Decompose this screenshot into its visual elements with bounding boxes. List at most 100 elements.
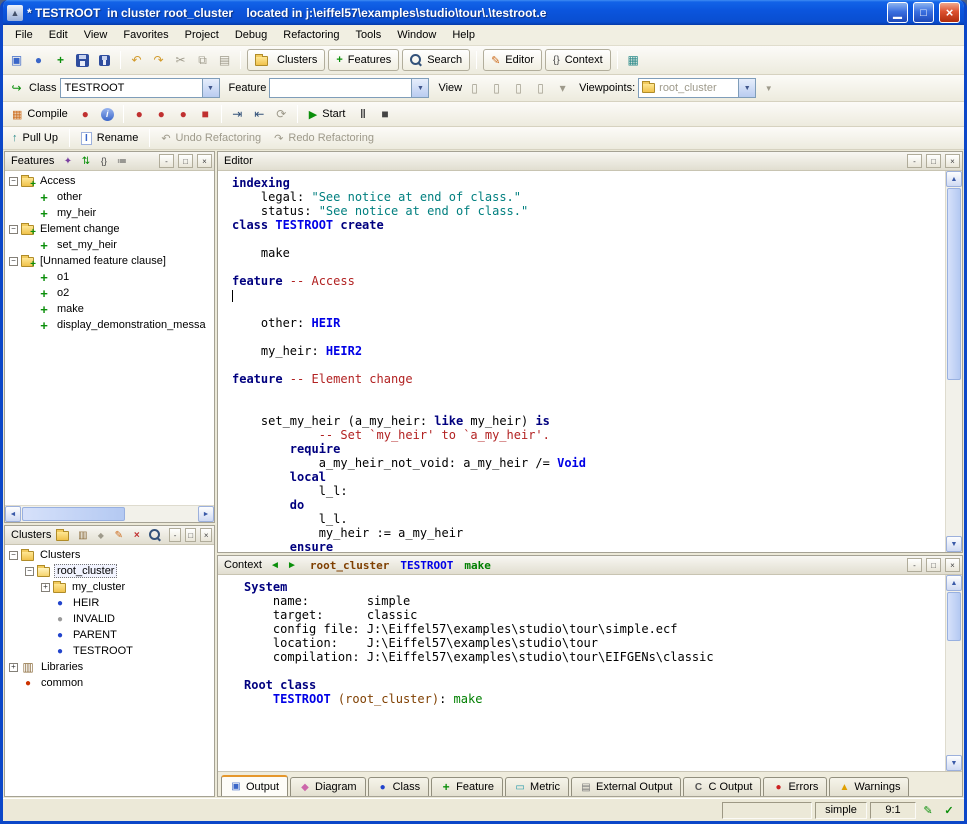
context-vscrollbar[interactable]: ▲ ▼ bbox=[945, 575, 962, 771]
code-line[interactable]: feature -- Element change bbox=[232, 372, 945, 386]
tree-item-heir[interactable]: HEIR bbox=[5, 595, 214, 611]
remove-icon[interactable]: × bbox=[129, 528, 144, 543]
code-line[interactable] bbox=[232, 386, 945, 400]
code-line[interactable]: class TESTROOT create bbox=[232, 218, 945, 232]
features-hscrollbar[interactable]: ◄ ► bbox=[5, 505, 214, 522]
scroll-down-button[interactable]: ▼ bbox=[946, 536, 962, 552]
save-all-icon[interactable] bbox=[95, 51, 114, 70]
collapse-icon[interactable]: − bbox=[25, 567, 34, 576]
diamond-icon[interactable]: ◆ bbox=[93, 528, 108, 543]
context-maximize-button[interactable]: □ bbox=[926, 558, 941, 572]
debug-bug-icon[interactable]: ● bbox=[76, 105, 95, 124]
info-icon[interactable]: i bbox=[98, 105, 117, 124]
clusters-minimize-button[interactable]: - bbox=[169, 528, 181, 542]
minimize-button[interactable]: ▁ bbox=[887, 2, 908, 23]
tree-item-root-cluster[interactable]: −root_cluster bbox=[5, 563, 214, 579]
tree-item--unnamed-feature-clause-[interactable]: −[Unnamed feature clause] bbox=[5, 253, 214, 269]
package-icon[interactable]: ▥ bbox=[75, 528, 90, 543]
history-forward-icon[interactable]: ► bbox=[285, 560, 299, 571]
class-combobox[interactable]: TESTROOT ▼ bbox=[60, 78, 220, 98]
scroll-right-button[interactable]: ► bbox=[198, 506, 214, 522]
tab-errors[interactable]: Errors bbox=[763, 777, 827, 796]
start-button[interactable]: ▶ Start bbox=[304, 104, 351, 124]
code-line[interactable]: l_l. bbox=[232, 512, 945, 526]
tree-item-other[interactable]: other bbox=[5, 189, 214, 205]
editor-close-button[interactable]: × bbox=[945, 154, 960, 168]
menu-item-project[interactable]: Project bbox=[177, 26, 227, 44]
undo-icon[interactable]: ↶ bbox=[127, 51, 146, 70]
scroll-track[interactable] bbox=[946, 187, 962, 536]
scroll-up-button[interactable]: ▲ bbox=[946, 575, 962, 591]
scroll-left-button[interactable]: ◄ bbox=[5, 506, 21, 522]
close-button[interactable]: × bbox=[939, 2, 960, 23]
clusters-button[interactable]: Clusters bbox=[247, 49, 325, 71]
viewpoints-combobox[interactable]: root_cluster ▼ bbox=[638, 78, 756, 98]
code-line[interactable] bbox=[232, 288, 945, 302]
code-line[interactable] bbox=[232, 400, 945, 414]
tab-output[interactable]: Output bbox=[221, 775, 288, 796]
step-into-icon[interactable]: ⇥ bbox=[228, 105, 247, 124]
breadcrumb-cluster[interactable]: root_cluster bbox=[310, 559, 389, 572]
breakpoint-disable-icon[interactable]: ● bbox=[152, 105, 171, 124]
code-line[interactable]: require bbox=[232, 442, 945, 456]
edit-icon[interactable]: ✎ bbox=[111, 528, 126, 543]
class-combobox-dropdown[interactable]: ▼ bbox=[202, 79, 219, 97]
code-line[interactable]: make bbox=[232, 246, 945, 260]
menu-item-help[interactable]: Help bbox=[444, 26, 483, 44]
menu-item-refactoring[interactable]: Refactoring bbox=[275, 26, 347, 44]
pull-up-button[interactable]: ↑ Pull Up bbox=[7, 128, 63, 148]
tree-item-o1[interactable]: o1 bbox=[5, 269, 214, 285]
pause-icon[interactable]: ‖ bbox=[353, 105, 372, 124]
tab-external-output[interactable]: External Output bbox=[571, 777, 681, 796]
new-cluster-icon[interactable] bbox=[57, 528, 72, 543]
features-maximize-button[interactable]: □ bbox=[178, 154, 193, 168]
tab-warnings[interactable]: Warnings bbox=[829, 777, 909, 796]
new-window-icon[interactable]: ▣ bbox=[7, 51, 26, 70]
breadcrumb-feature[interactable]: make bbox=[464, 559, 491, 572]
tree-item-common[interactable]: common bbox=[5, 675, 214, 691]
tree-item-set-my-heir[interactable]: set_my_heir bbox=[5, 237, 214, 253]
code-line[interactable]: ensure bbox=[232, 540, 945, 552]
menu-item-favorites[interactable]: Favorites bbox=[115, 26, 176, 44]
menu-item-edit[interactable]: Edit bbox=[41, 26, 76, 44]
scroll-down-button[interactable]: ▼ bbox=[946, 755, 962, 771]
diagram-tool-icon[interactable]: ▦ bbox=[624, 51, 643, 70]
stop-icon[interactable]: ■ bbox=[375, 105, 394, 124]
editor-maximize-button[interactable]: □ bbox=[926, 154, 941, 168]
tree-item-my-cluster[interactable]: +my_cluster bbox=[5, 579, 214, 595]
restore-button[interactable]: □ bbox=[913, 2, 934, 23]
clusters-tree[interactable]: −Clusters−root_cluster+my_clusterHEIRINV… bbox=[5, 545, 214, 796]
search-button[interactable]: Search bbox=[402, 49, 470, 71]
scroll-track[interactable] bbox=[21, 506, 198, 522]
context-minimize-button[interactable]: - bbox=[907, 558, 922, 572]
viewpoints-combobox-dropdown[interactable]: ▼ bbox=[738, 79, 755, 97]
code-line[interactable]: other: HEIR bbox=[232, 316, 945, 330]
redo-icon[interactable]: ↷ bbox=[149, 51, 168, 70]
tab-diagram[interactable]: Diagram bbox=[290, 777, 366, 796]
editor-minimize-button[interactable]: - bbox=[907, 154, 922, 168]
sort-icon[interactable]: ⇅ bbox=[78, 154, 93, 169]
code-line[interactable]: do bbox=[232, 498, 945, 512]
tree-item-clusters[interactable]: −Clusters bbox=[5, 547, 214, 563]
collapse-icon[interactable]: − bbox=[9, 257, 18, 266]
code-line[interactable] bbox=[232, 232, 945, 246]
tree-item-element-change[interactable]: −Element change bbox=[5, 221, 214, 237]
rename-button[interactable]: I Rename bbox=[76, 128, 143, 148]
add-item-icon[interactable]: + bbox=[51, 51, 70, 70]
breakpoint-remove-icon[interactable]: ● bbox=[174, 105, 193, 124]
tab-feature[interactable]: Feature bbox=[431, 777, 503, 796]
code-line[interactable]: local bbox=[232, 470, 945, 484]
find-icon[interactable] bbox=[147, 528, 162, 543]
save-icon[interactable] bbox=[73, 51, 92, 70]
tree-item-parent[interactable]: PARENT bbox=[5, 627, 214, 643]
tree-item-testroot[interactable]: TESTROOT bbox=[5, 643, 214, 659]
context-button[interactable]: {} Context bbox=[545, 49, 611, 71]
scroll-up-button[interactable]: ▲ bbox=[946, 171, 962, 187]
menu-item-view[interactable]: View bbox=[76, 26, 116, 44]
menu-item-window[interactable]: Window bbox=[389, 26, 444, 44]
code-line[interactable]: status: "See notice at end of class." bbox=[232, 204, 945, 218]
scroll-thumb[interactable] bbox=[947, 592, 961, 641]
open-project-icon[interactable]: ● bbox=[29, 51, 48, 70]
code-line[interactable] bbox=[232, 330, 945, 344]
tab-c-output[interactable]: C Output bbox=[683, 777, 761, 796]
